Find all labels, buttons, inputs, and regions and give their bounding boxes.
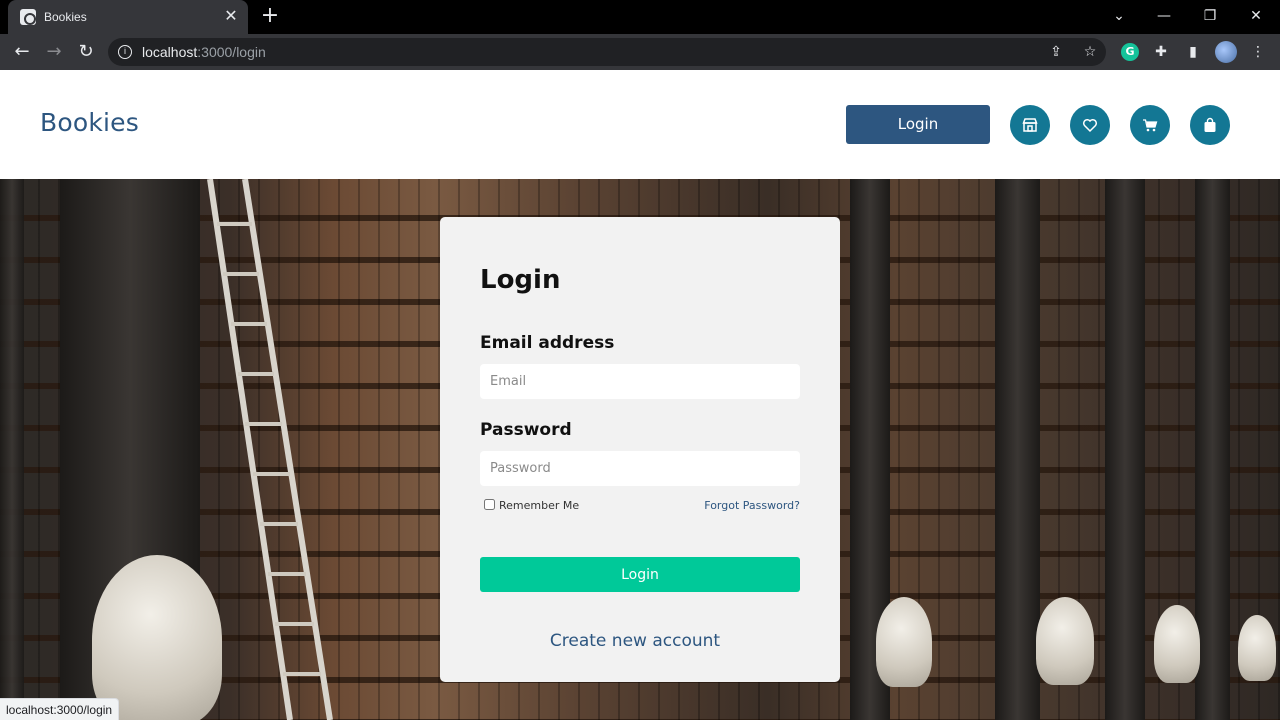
- forward-icon[interactable]: →: [42, 40, 66, 64]
- more-menu-icon[interactable]: ⋮: [1248, 42, 1268, 62]
- restore-icon[interactable]: ❐: [1198, 6, 1222, 26]
- browser-tab-bar: Bookies ✕ + ⌄ — ❐ ✕: [0, 0, 1280, 34]
- forgot-password-link[interactable]: Forgot Password?: [704, 499, 800, 512]
- tab-title: Bookies: [44, 10, 87, 24]
- side-panel-icon[interactable]: ▮: [1183, 42, 1203, 62]
- remember-me[interactable]: Remember Me: [484, 499, 579, 512]
- address-bar[interactable]: i localhost:3000/login ⇪ ☆: [108, 38, 1106, 66]
- email-label: Email address: [480, 333, 615, 353]
- remember-me-checkbox[interactable]: [484, 499, 495, 510]
- login-title: Login: [480, 265, 561, 295]
- login-submit-button[interactable]: Login: [480, 557, 800, 592]
- brand-logo[interactable]: Bookies: [40, 108, 139, 137]
- ladder-image: [207, 179, 333, 720]
- browser-toolbar: ← → ↻ i localhost:3000/login ⇪ ☆ G ✚ ▮ ⋮: [0, 34, 1280, 70]
- site-info-icon[interactable]: i: [118, 45, 132, 59]
- extensions-puzzle-icon[interactable]: ✚: [1151, 42, 1171, 62]
- email-field[interactable]: [480, 364, 800, 399]
- login-card: Login Email address Password Remember Me…: [440, 217, 840, 682]
- bookmark-star-icon[interactable]: ☆: [1080, 42, 1100, 62]
- status-url-bubble: localhost:3000/login: [0, 698, 120, 720]
- remember-me-label: Remember Me: [499, 499, 580, 512]
- bag-icon[interactable]: [1190, 105, 1230, 145]
- back-icon[interactable]: ←: [10, 40, 34, 64]
- password-field[interactable]: [480, 451, 800, 486]
- share-icon[interactable]: ⇪: [1046, 42, 1066, 62]
- browser-tab[interactable]: Bookies ✕: [8, 0, 248, 34]
- cart-icon[interactable]: [1130, 105, 1170, 145]
- password-label: Password: [480, 420, 572, 440]
- site-favicon-icon: [20, 9, 36, 25]
- profile-avatar-icon[interactable]: [1215, 41, 1237, 63]
- heart-icon[interactable]: [1070, 105, 1110, 145]
- store-icon[interactable]: [1010, 105, 1050, 145]
- site-header: Bookies Login: [0, 70, 1280, 179]
- close-window-icon[interactable]: ✕: [1244, 6, 1268, 26]
- close-tab-icon[interactable]: ✕: [222, 7, 240, 25]
- minimize-icon[interactable]: —: [1152, 6, 1176, 26]
- tab-search-icon[interactable]: ⌄: [1107, 6, 1131, 26]
- new-tab-icon[interactable]: +: [258, 5, 282, 29]
- create-account-link[interactable]: Create new account: [440, 631, 830, 651]
- url-text[interactable]: localhost:3000/login: [142, 44, 266, 60]
- reload-icon[interactable]: ↻: [74, 40, 98, 64]
- header-login-button[interactable]: Login: [846, 105, 990, 144]
- grammarly-icon[interactable]: G: [1121, 43, 1139, 61]
